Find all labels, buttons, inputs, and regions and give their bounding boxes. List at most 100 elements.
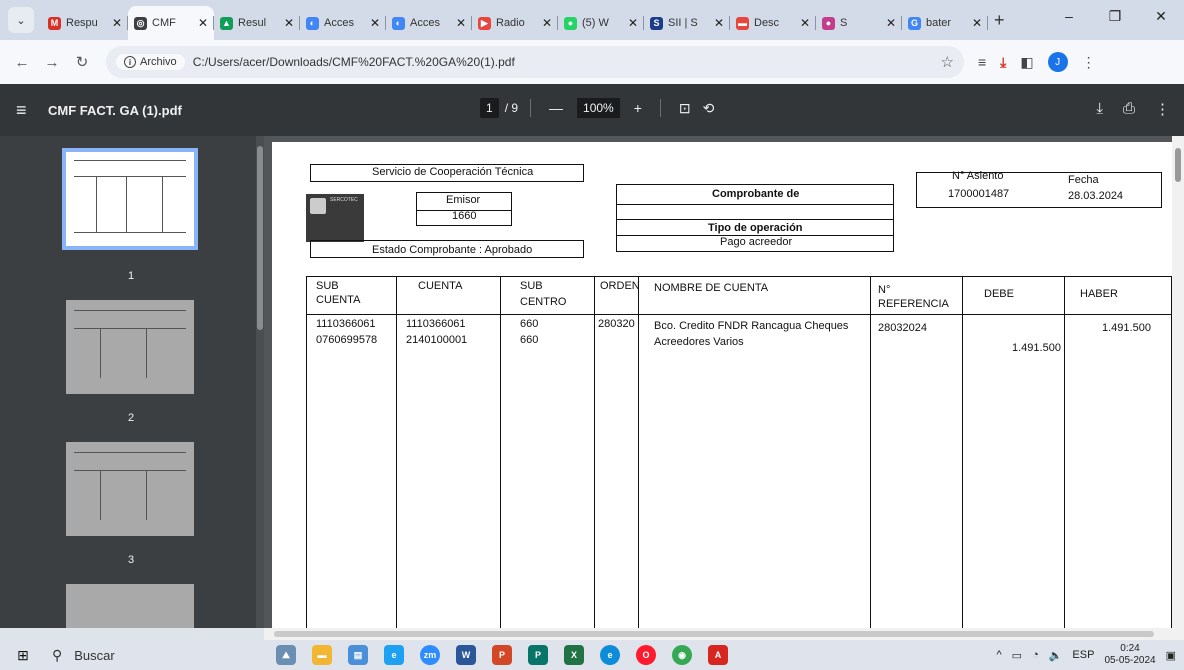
page-number-input[interactable]: 1 bbox=[480, 98, 499, 118]
favicon-icon: ● bbox=[822, 16, 835, 30]
horizontal-scrollbar[interactable] bbox=[264, 628, 1184, 640]
hamburger-menu-icon[interactable]: ≡ bbox=[16, 100, 30, 121]
table-cell: 0760699578 bbox=[316, 334, 378, 346]
bookmark-star-icon[interactable]: ☆ bbox=[941, 53, 954, 71]
reload-button[interactable]: ↻ bbox=[70, 53, 94, 71]
pdf-title: CMF FACT. GA (1).pdf bbox=[48, 102, 182, 118]
emisor-value: 1660 bbox=[452, 210, 477, 222]
publisher-icon[interactable]: P bbox=[520, 640, 556, 670]
close-tab-icon[interactable]: ✕ bbox=[542, 16, 552, 30]
close-tab-icon[interactable]: ✕ bbox=[198, 16, 208, 30]
zoom-out-icon[interactable]: — bbox=[549, 100, 563, 116]
internet-explorer-icon[interactable]: e bbox=[376, 640, 412, 670]
col-orden: ORDEN bbox=[600, 280, 640, 292]
excel-icon[interactable]: X bbox=[556, 640, 592, 670]
close-tab-icon[interactable]: ✕ bbox=[112, 16, 122, 30]
browser-tab[interactable]: ▲ Resul ✕ bbox=[214, 6, 300, 40]
window-controls: – ❐ ✕ bbox=[1046, 0, 1184, 32]
speaker-icon[interactable]: 🔈 bbox=[1049, 649, 1063, 662]
fit-page-icon[interactable]: ⊡ bbox=[679, 100, 691, 117]
browser-tab[interactable]: ▬ Desc ✕ bbox=[730, 6, 816, 40]
close-tab-icon[interactable]: ✕ bbox=[370, 16, 380, 30]
table-cell: 1.491.500 bbox=[1102, 322, 1151, 334]
favicon-icon: M bbox=[48, 16, 61, 30]
rotate-icon[interactable]: ⟲ bbox=[703, 100, 715, 117]
start-button[interactable]: ⊞ bbox=[0, 640, 46, 670]
browser-tab[interactable]: M Respu ✕ bbox=[42, 6, 128, 40]
forward-button[interactable]: → bbox=[40, 54, 64, 71]
tab-title: SII | S bbox=[668, 17, 698, 29]
origin-label: Archivo bbox=[140, 56, 177, 68]
site-info-chip[interactable]: i Archivo bbox=[116, 54, 185, 70]
minimize-icon[interactable]: – bbox=[1046, 0, 1092, 32]
browser-tab[interactable]: ● S ✕ bbox=[816, 6, 902, 40]
browser-tab[interactable]: ● (5) W ✕ bbox=[558, 6, 644, 40]
col-cuenta: CUENTA bbox=[418, 280, 463, 292]
zoom-icon[interactable]: zm bbox=[412, 640, 448, 670]
wifi-icon[interactable]: ◔ bbox=[1032, 649, 1039, 661]
browser-tab[interactable]: ◐ Acces ✕ bbox=[386, 6, 472, 40]
browser-tab[interactable]: ◐ Acces ✕ bbox=[300, 6, 386, 40]
download-icon[interactable]: ⤓ bbox=[1000, 54, 1006, 71]
page-thumbnail-3[interactable] bbox=[66, 442, 194, 536]
language-indicator[interactable]: ESP bbox=[1072, 649, 1094, 661]
new-tab-button[interactable]: + bbox=[994, 10, 1005, 31]
favicon-icon: S bbox=[650, 16, 663, 30]
address-bar[interactable]: i Archivo C:/Users/acer/Downloads/CMF%20… bbox=[106, 46, 964, 78]
separator bbox=[530, 99, 532, 117]
tab-title: Acces bbox=[410, 17, 440, 29]
reading-mode-icon[interactable]: ≡ bbox=[978, 54, 986, 70]
browser-tab[interactable]: S SII | S ✕ bbox=[644, 6, 730, 40]
close-tab-icon[interactable]: ✕ bbox=[628, 16, 638, 30]
page-thumbnail-1[interactable] bbox=[62, 148, 198, 250]
notifications-icon[interactable]: ▣ bbox=[1166, 649, 1176, 662]
chrome-icon[interactable]: ◉ bbox=[664, 640, 700, 670]
powerpoint-icon[interactable]: P bbox=[484, 640, 520, 670]
back-arrow-icon: ← bbox=[14, 53, 30, 71]
logo-icon bbox=[310, 198, 326, 214]
menu-dots-icon[interactable]: ⋮ bbox=[1082, 54, 1096, 71]
control-panel-icon[interactable]: ▤ bbox=[340, 640, 376, 670]
widgets-icon[interactable]: ⛰ bbox=[268, 640, 304, 670]
clock[interactable]: 0:24 05-05-2024 bbox=[1104, 643, 1155, 667]
restore-icon[interactable]: ❐ bbox=[1092, 0, 1138, 32]
windows-taskbar: ⊞ ⚲ Buscar ⛰ ▬ ▤ e zm W P P X e O ◉ A ^ … bbox=[0, 640, 1184, 670]
more-options-icon[interactable]: ⋮ bbox=[1155, 100, 1170, 118]
download-pdf-icon[interactable]: ⤓ bbox=[1096, 100, 1103, 118]
close-window-icon[interactable]: ✕ bbox=[1138, 0, 1184, 32]
close-tab-icon[interactable]: ✕ bbox=[284, 16, 294, 30]
url-text[interactable]: C:/Users/acer/Downloads/CMF%20FACT.%20GA… bbox=[193, 55, 941, 69]
opera-icon[interactable]: O bbox=[628, 640, 664, 670]
word-icon[interactable]: W bbox=[448, 640, 484, 670]
print-icon[interactable]: ⎙ bbox=[1123, 100, 1135, 118]
service-name: Servicio de Cooperación Técnica bbox=[372, 166, 534, 178]
side-panel-icon[interactable]: ◧ bbox=[1020, 54, 1033, 71]
zoom-in-icon[interactable]: + bbox=[634, 100, 642, 116]
acrobat-icon[interactable]: A bbox=[700, 640, 736, 670]
thumbnail-label: 2 bbox=[127, 412, 135, 424]
close-tab-icon[interactable]: ✕ bbox=[714, 16, 724, 30]
browser-tab[interactable]: Gbater ✕ bbox=[902, 6, 988, 40]
document-scrollbar[interactable] bbox=[1172, 136, 1184, 628]
back-button[interactable]: ← bbox=[10, 54, 34, 71]
close-tab-icon[interactable]: ✕ bbox=[886, 16, 896, 30]
browser-tab[interactable]: ◎ CMF ✕ bbox=[128, 6, 214, 40]
page-thumbnail-2[interactable] bbox=[66, 300, 194, 394]
table-cell: 2140100001 bbox=[406, 334, 468, 346]
taskbar-search[interactable]: ⚲ Buscar bbox=[46, 640, 268, 670]
close-tab-icon[interactable]: ✕ bbox=[972, 16, 982, 30]
profile-avatar[interactable]: J bbox=[1047, 52, 1068, 72]
sidebar-scrollbar[interactable] bbox=[256, 136, 264, 628]
zoom-input[interactable]: 100% bbox=[577, 98, 620, 118]
chevron-up-icon[interactable]: ^ bbox=[996, 649, 1001, 661]
network-icon[interactable]: ▭ bbox=[1012, 649, 1022, 662]
close-tab-icon[interactable]: ✕ bbox=[456, 16, 466, 30]
tab-title: Acces bbox=[324, 17, 354, 29]
close-tab-icon[interactable]: ✕ bbox=[800, 16, 810, 30]
page-thumbnail-4[interactable] bbox=[66, 584, 194, 628]
file-explorer-icon[interactable]: ▬ bbox=[304, 640, 340, 670]
browser-tab[interactable]: ▶ Radio ✕ bbox=[472, 6, 558, 40]
edge-icon[interactable]: e bbox=[592, 640, 628, 670]
separator bbox=[659, 99, 661, 117]
tab-search-button[interactable]: ⌄ bbox=[8, 7, 34, 33]
